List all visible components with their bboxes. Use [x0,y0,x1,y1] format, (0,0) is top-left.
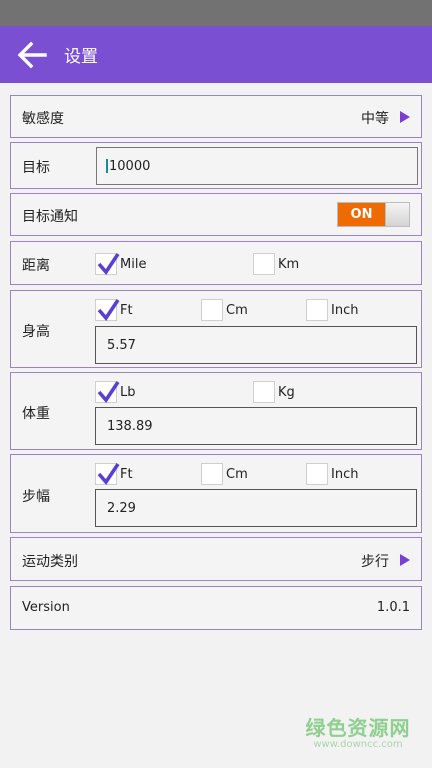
target-input[interactable]: 10000 [96,147,418,185]
notify-label: 目标通知 [22,209,78,225]
toggle-on-label: ON [338,203,385,226]
checkbox-unchecked[interactable] [253,253,275,275]
option-label: Lb [120,384,136,400]
option-label: Inch [331,302,359,318]
option-label: Cm [226,302,248,318]
height-option-cm[interactable]: Cm [201,299,248,321]
distance-label: 距离 [22,258,50,274]
checkmark-icon [97,253,120,275]
distance-option-mile[interactable]: Mile [95,253,146,275]
option-label: Cm [226,466,248,482]
checkbox-unchecked[interactable] [201,299,223,321]
version-value: 1.0.1 [376,600,410,615]
status-bar [0,0,432,26]
target-row: 目标 10000 [10,142,422,189]
checkbox-unchecked[interactable] [306,299,328,321]
triangle-right-icon [400,111,410,123]
distance-option-km[interactable]: Km [253,253,299,275]
option-label: Mile [120,256,147,272]
height-input[interactable]: 5.57 [95,326,417,364]
text-caret [106,159,108,173]
watermark: 绿色资源网 www.downcc.com [296,712,420,750]
option-label: Inch [331,466,359,482]
app-bar: 设置 [0,26,432,83]
notify-toggle[interactable]: ON [337,202,410,227]
sensitivity-label: 敏感度 [22,111,64,127]
checkbox-unchecked[interactable] [306,463,328,485]
stride-option-cm[interactable]: Cm [201,463,248,485]
weight-label: 体重 [22,406,50,422]
height-value: 5.57 [107,337,136,353]
option-label: Km [278,256,300,272]
stride-input[interactable]: 2.29 [95,489,417,527]
distance-row: 距离 Mile Km [10,241,422,285]
version-row: Version 1.0.1 [10,586,422,630]
checkbox-checked[interactable] [95,253,120,275]
watermark-title: 绿色资源网 [305,716,411,740]
weight-value: 138.89 [107,418,153,434]
target-label: 目标 [22,160,50,176]
weight-input[interactable]: 138.89 [95,407,417,445]
checkbox-unchecked[interactable] [253,381,275,403]
weight-row: 体重 Lb Kg 138.89 [10,372,422,450]
sport-value: 步行 [361,554,389,570]
stride-row: 步幅 Ft Cm Inch 2.29 [10,454,422,533]
checkbox-checked[interactable] [95,463,120,485]
triangle-right-icon [400,554,410,566]
sensitivity-row[interactable]: 敏感度 中等 [10,95,422,138]
back-button[interactable] [0,26,60,83]
stride-option-inch[interactable]: Inch [306,463,358,485]
checkmark-icon [97,381,120,403]
height-option-ft[interactable]: Ft [95,299,133,321]
weight-option-kg[interactable]: Kg [253,381,295,403]
version-label: Version [22,600,70,615]
sport-label: 运动类别 [22,554,78,570]
height-option-inch[interactable]: Inch [306,299,358,321]
checkmark-icon [97,299,120,321]
height-label: 身高 [22,324,50,340]
option-label: Ft [120,466,133,482]
height-row: 身高 Ft Cm Inch 5.57 [10,290,422,368]
checkbox-checked[interactable] [95,299,120,321]
page-title: 设置 [64,47,98,67]
stride-label: 步幅 [22,489,50,505]
option-label: Kg [278,384,295,400]
option-label: Ft [120,302,133,318]
arrow-left-icon [17,41,47,68]
checkbox-checked[interactable] [95,381,120,403]
checkmark-icon [97,463,120,485]
stride-value: 2.29 [107,500,136,516]
sensitivity-value: 中等 [361,111,389,127]
notify-row: 目标通知 ON [10,193,422,236]
sport-row[interactable]: 运动类别 步行 [10,537,422,581]
checkbox-unchecked[interactable] [201,463,223,485]
watermark-url: www.downcc.com [313,739,403,750]
target-value: 10000 [109,158,151,174]
weight-option-lb[interactable]: Lb [95,381,136,403]
toggle-knob [385,203,409,226]
stride-option-ft[interactable]: Ft [95,463,133,485]
